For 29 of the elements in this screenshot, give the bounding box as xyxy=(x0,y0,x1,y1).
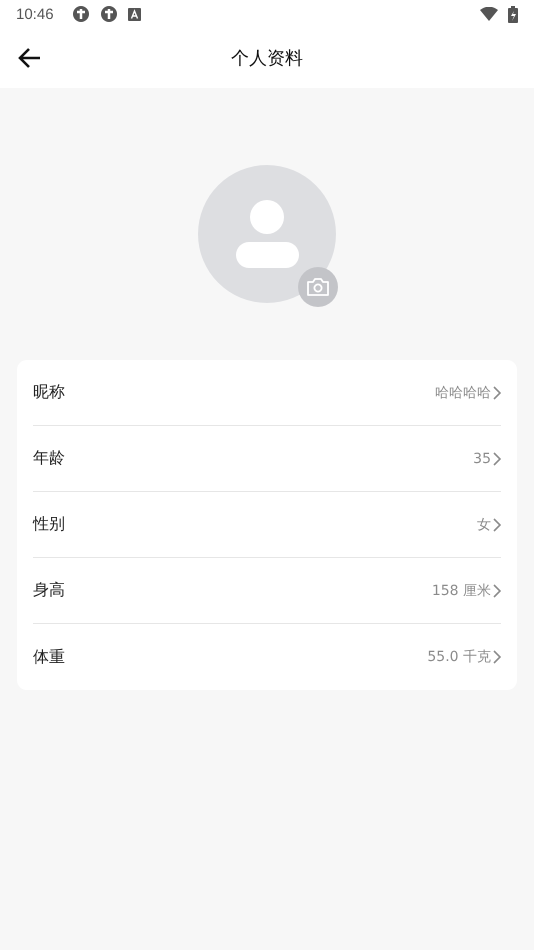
field-value: 35 xyxy=(473,450,491,466)
battery-icon xyxy=(508,6,518,22)
field-value: 55.0 千克 xyxy=(427,648,491,666)
camera-icon xyxy=(306,277,330,297)
wifi-icon xyxy=(480,7,498,21)
field-value: 哈哈哈哈 xyxy=(435,384,491,402)
chevron-icon xyxy=(493,518,501,532)
field-label: 性别 xyxy=(33,514,66,535)
profile-row[interactable]: 身高 158 厘米 xyxy=(33,558,501,624)
field-value: 女 xyxy=(477,516,491,534)
field-label: 体重 xyxy=(33,646,66,668)
profile-row[interactable]: 年龄 35 xyxy=(33,426,501,492)
field-label: 身高 xyxy=(33,580,66,601)
status-time: 10:46 xyxy=(16,6,54,22)
page-title: 个人资料 xyxy=(231,47,303,70)
chevron-icon xyxy=(493,584,501,598)
notification-icon xyxy=(72,5,90,23)
notification-icon xyxy=(100,5,118,23)
chevron-icon xyxy=(493,452,501,466)
field-value: 158 厘米 xyxy=(432,582,491,600)
profile-row[interactable]: 体重 55.0 千克 xyxy=(33,624,501,690)
profile-row[interactable]: 性别 女 xyxy=(33,492,501,558)
avatar-placeholder-icon xyxy=(198,165,336,303)
chevron-icon xyxy=(493,386,501,400)
field-label: 昵称 xyxy=(33,382,66,403)
profile-row[interactable]: 昵称 哈哈哈哈 xyxy=(33,360,501,426)
app-notification-icon xyxy=(128,8,141,20)
field-label: 年龄 xyxy=(33,448,66,469)
chevron-icon xyxy=(493,650,501,664)
